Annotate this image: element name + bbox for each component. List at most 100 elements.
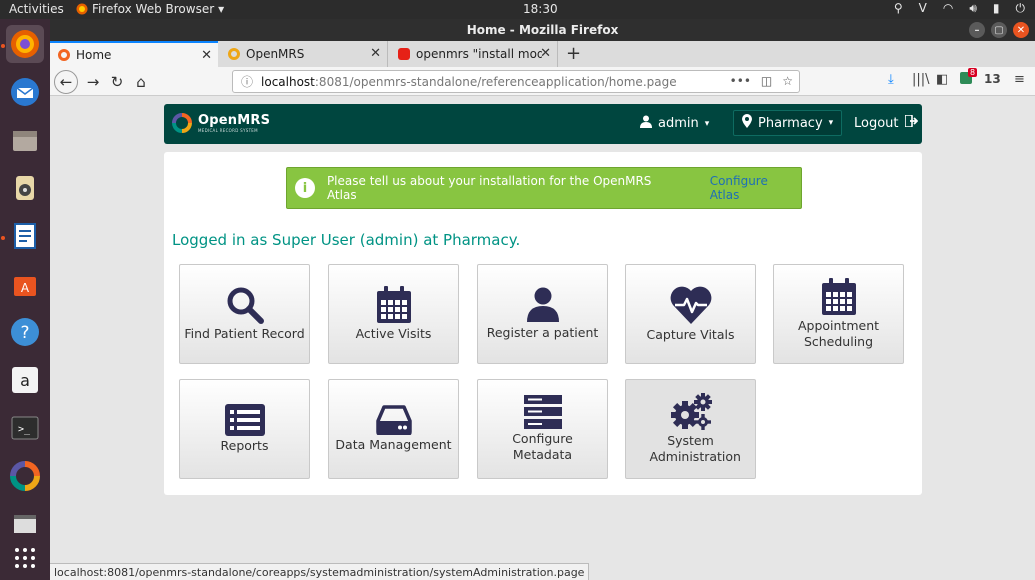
dock-software[interactable]: A [6, 265, 44, 303]
accessibility-icon[interactable]: ⚲ [894, 1, 903, 16]
app-label: Find Patient Record [184, 326, 305, 341]
dock-firefox[interactable] [6, 25, 44, 63]
power-icon[interactable]: ⏻ [1016, 1, 1026, 16]
url-bar[interactable]: ⓘ localhost:8081/openmrs-standalone/refe… [232, 70, 800, 93]
notepad-icon [14, 515, 36, 533]
extension-badge: 8 [968, 68, 978, 77]
reload-button[interactable]: ↻ [106, 71, 128, 93]
home-panel: i Please tell us about your installation… [164, 152, 922, 495]
system-tray: ⚲ V ◠ 🔊︎ ▮ ⏻ [894, 1, 1025, 16]
dock-text-editor[interactable] [6, 505, 44, 543]
app-label: Register a patient [486, 325, 599, 340]
clock[interactable]: 18:30 [523, 2, 558, 16]
minimize-button[interactable]: – [969, 22, 985, 38]
wifi-icon[interactable]: ◠ [943, 1, 953, 16]
running-indicator [1, 236, 5, 240]
app-active-visits[interactable]: Active Visits [328, 264, 459, 364]
chevron-down-icon: ▾ [828, 118, 834, 128]
user-icon [640, 115, 652, 132]
terminal-icon: >_ [11, 416, 39, 440]
counter-badge[interactable]: 13 [984, 72, 1001, 86]
grid-icon [15, 548, 35, 568]
app-data-management[interactable]: Data Management [328, 379, 459, 479]
site-info-icon[interactable]: ⓘ [241, 73, 253, 90]
search-icon [227, 287, 264, 324]
app-register-patient[interactable]: Register a patient [477, 264, 608, 364]
activities-button[interactable]: Activities [9, 2, 64, 16]
app-system-administration[interactable]: System Administration [625, 379, 756, 479]
app-label: Active Visits [355, 326, 432, 341]
new-tab-button[interactable]: + [566, 43, 581, 64]
pocket-icon[interactable]: ◫ [761, 74, 772, 88]
library-icon[interactable]: |||\ [912, 72, 930, 87]
hamburger-menu-icon[interactable]: ≡ [1014, 72, 1025, 87]
amazon-icon: a [12, 367, 38, 393]
extension-icon[interactable]: 8 [960, 68, 978, 88]
volume-icon[interactable]: 🔊︎ [969, 1, 977, 16]
back-button[interactable]: ← [54, 70, 78, 94]
maximize-button[interactable]: ▢ [991, 22, 1007, 38]
heart-pulse-icon [670, 286, 711, 324]
openmrs-favicon-icon [228, 48, 240, 60]
info-icon: i [295, 178, 315, 198]
login-greeting: Logged in as Super User (admin) at Pharm… [172, 231, 521, 249]
forward-button[interactable]: → [82, 71, 104, 93]
app-capture-vitals[interactable]: Capture Vitals [625, 264, 756, 364]
tab-openmrs[interactable]: OpenMRS ✕ [220, 41, 388, 67]
configure-atlas-link[interactable]: Configure Atlas [710, 174, 801, 202]
brand-name: OpenMRS [198, 113, 271, 128]
window-controls: – ▢ ✕ [969, 22, 1029, 38]
app-configure-metadata[interactable]: Configure Metadata [477, 379, 608, 479]
openmrs-logo[interactable]: OpenMRS MEDICAL RECORD SYSTEM [172, 113, 270, 133]
battery-icon[interactable]: ▮ [993, 1, 1000, 16]
link-status-bar: localhost:8081/openmrs-standalone/coreap… [50, 563, 590, 580]
app-label: Reports [220, 438, 269, 453]
tab-label: openmrs "install module [416, 47, 542, 61]
home-button[interactable]: ⌂ [130, 71, 152, 93]
tab-youtube-search[interactable]: openmrs "install module ✕ [390, 41, 558, 67]
window-title-bar: Home - Mozilla Firefox – ▢ ✕ [50, 19, 1035, 41]
running-indicator [1, 44, 5, 48]
logout-link[interactable]: Logout [854, 114, 918, 131]
dock-rhythmbox[interactable] [6, 169, 44, 207]
vpn-icon[interactable]: V [919, 1, 927, 16]
bookmark-star-icon[interactable]: ☆ [782, 74, 793, 88]
app-label: System Administration [649, 433, 741, 464]
navigation-toolbar: ← → ↻ ⌂ ⓘ localhost:8081/openmrs-standal… [50, 67, 1035, 96]
sign-out-icon [903, 114, 918, 131]
dock-writer[interactable] [6, 217, 44, 255]
dock-openmrs[interactable] [6, 457, 44, 495]
youtube-favicon-icon [398, 48, 410, 60]
close-tab-icon[interactable]: ✕ [370, 46, 381, 61]
app-appointment-scheduling[interactable]: Appointment Scheduling [773, 264, 904, 364]
svg-text:A: A [21, 281, 30, 295]
calendar-icon [376, 286, 411, 323]
tab-bar: Home ✕ OpenMRS ✕ openmrs "install module… [50, 41, 1035, 67]
dock-show-apps[interactable] [6, 539, 44, 577]
dock-terminal[interactable]: >_ [6, 409, 44, 447]
page-actions-icon[interactable]: ••• [730, 74, 751, 88]
atlas-alert: i Please tell us about your installation… [286, 167, 802, 209]
close-tab-icon[interactable]: ✕ [201, 48, 212, 63]
location-selector[interactable]: Pharmacy ▾ [733, 110, 843, 136]
close-window-button[interactable]: ✕ [1013, 22, 1029, 38]
tab-home[interactable]: Home ✕ [50, 41, 218, 67]
dock-help[interactable]: ? [6, 313, 44, 351]
app-reports[interactable]: Reports [179, 379, 310, 479]
tab-label: Home [76, 48, 112, 62]
help-icon: ? [11, 318, 39, 346]
user-icon [526, 287, 559, 322]
dock-amazon[interactable]: a [6, 361, 44, 399]
app-label: Data Management [335, 437, 452, 452]
app-menu[interactable]: Firefox Web Browser ▾ [76, 2, 224, 16]
svg-text:>_: >_ [18, 424, 31, 435]
gears-icon [670, 393, 712, 430]
close-tab-icon[interactable]: ✕ [540, 46, 551, 61]
dock-thunderbird[interactable] [6, 73, 44, 111]
download-icon[interactable]: ⤓ [888, 72, 894, 87]
user-menu[interactable]: admin ▾ [640, 115, 709, 132]
app-find-patient-record[interactable]: Find Patient Record [179, 264, 310, 364]
calendar-icon [821, 278, 856, 315]
dock-files[interactable] [6, 121, 44, 159]
sidebar-icon[interactable]: ◧ [936, 72, 948, 87]
